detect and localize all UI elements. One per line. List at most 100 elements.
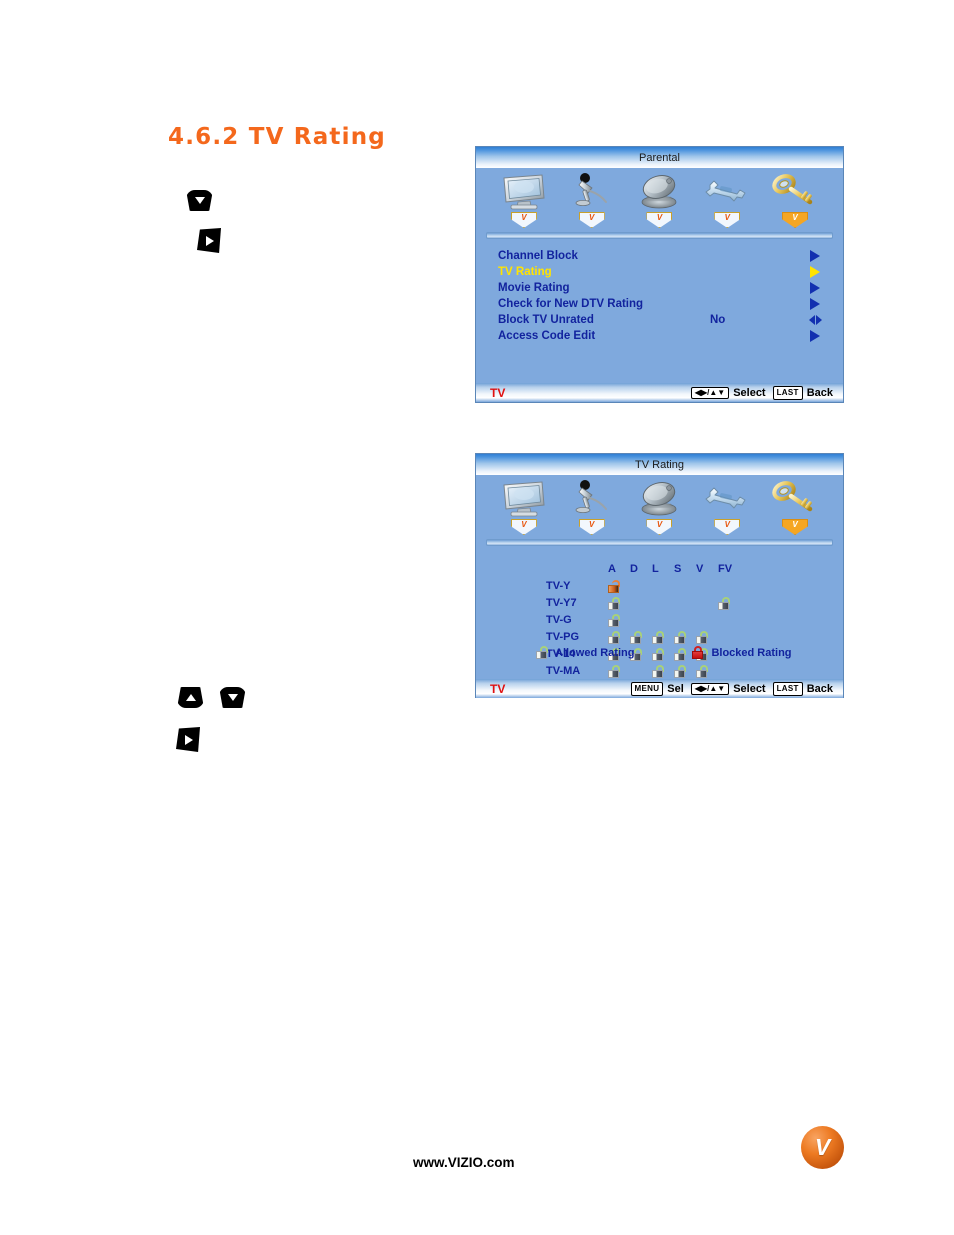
- unlocked-padlock-icon: [696, 665, 709, 678]
- footer-hint-back: LAST Back: [772, 385, 833, 400]
- rating-cell-tv-g-v[interactable]: [696, 613, 718, 628]
- icon-tab-satellite-dish-tuner[interactable]: V: [628, 171, 690, 228]
- remote-right-button-step4[interactable]: [176, 727, 200, 752]
- tab-badge: V: [578, 212, 605, 228]
- parental-menu-screenshot: Parental V V V V V Channel Block TV Rati…: [475, 146, 844, 403]
- unlocked-padlock-icon: [652, 631, 665, 644]
- remote-down-button-step3[interactable]: [219, 687, 246, 708]
- rating-grid-area: A D L S V FV TV-Y TV-Y7 TV-G TV-PG TV-14 TV-MA: [476, 562, 843, 679]
- rating-cell-tv-y7-v[interactable]: [696, 596, 718, 611]
- column-header-v: V: [696, 563, 704, 575]
- icon-tab-microphone-audio[interactable]: V: [561, 478, 623, 535]
- rating-cell-tv-pg-fv[interactable]: [718, 630, 740, 645]
- rating-cell-tv-ma-v[interactable]: [696, 664, 718, 679]
- left-right-arrow-icon: [809, 315, 822, 325]
- rating-cell-tv-y7-fv[interactable]: [718, 596, 740, 611]
- rating-cell-tv-ma-a[interactable]: [608, 664, 630, 679]
- footer-hint-select: ◀▶/▲▼ Select: [690, 682, 766, 695]
- grid-corner: [546, 562, 608, 577]
- column-header-d: D: [630, 563, 638, 575]
- parental-menu-list: Channel Block TV Rating Movie Rating Check …: [476, 248, 843, 344]
- rating-cell-tv-g-a[interactable]: [608, 613, 630, 628]
- footer-url: www.VIZIO.com: [413, 1155, 515, 1170]
- rating-cell-tv-y7-a[interactable]: [608, 596, 630, 611]
- osd-title: TV Rating: [635, 458, 684, 471]
- chevron-right-icon: [810, 330, 820, 342]
- rating-cell-tv-y7-l[interactable]: [652, 596, 674, 611]
- menu-item-label: Block TV Unrated: [498, 314, 594, 326]
- remote-right-button-step2[interactable]: [197, 228, 221, 253]
- icon-tab-satellite-dish-tuner[interactable]: V: [628, 478, 690, 535]
- icon-tab-tv-picture[interactable]: V: [493, 171, 555, 228]
- rating-cell-tv-ma-fv[interactable]: [718, 664, 740, 679]
- down-arrow-icon: [227, 694, 238, 701]
- icon-tab-wrench-setup[interactable]: V: [696, 171, 758, 228]
- down-arrow-icon: [194, 197, 205, 204]
- key-parental-icon: [772, 478, 818, 518]
- rating-cell-tv-g-fv[interactable]: [718, 613, 740, 628]
- rating-cell-tv-y-l[interactable]: [652, 579, 674, 594]
- row-label-tv-ma: TV-MA: [546, 665, 581, 677]
- key-parental-icon: [772, 171, 818, 211]
- rating-cell-tv-ma-s[interactable]: [674, 664, 696, 679]
- rating-cell-tv-pg-a[interactable]: [608, 630, 630, 645]
- rating-cell-tv-y-a[interactable]: [608, 579, 630, 594]
- chevron-right-icon: [810, 298, 820, 310]
- hint-label: Back: [806, 682, 833, 695]
- unlocked-padlock-icon: [674, 631, 687, 644]
- rating-cell-tv-g-d[interactable]: [630, 613, 652, 628]
- menu-item-channel-block[interactable]: Channel Block: [498, 248, 821, 264]
- unlocked-padlock-icon: [696, 631, 709, 644]
- tab-badge: V: [578, 519, 605, 535]
- rating-cell-tv-ma-d[interactable]: [630, 664, 652, 679]
- chevron-right-icon: [810, 250, 820, 262]
- icon-tab-wrench-setup[interactable]: V: [696, 478, 758, 535]
- icon-tab-key-parental[interactable]: V: [764, 478, 826, 535]
- rating-cell-tv-pg-v[interactable]: [696, 630, 718, 645]
- menu-item-tv-rating[interactable]: TV Rating: [498, 264, 821, 280]
- remote-up-button-step3[interactable]: [177, 687, 204, 708]
- nav-keys-icon: ◀▶/▲▼: [690, 386, 730, 399]
- rating-cell-tv-y-s[interactable]: [674, 579, 696, 594]
- hint-label: Back: [806, 386, 833, 399]
- remote-down-button-step1[interactable]: [186, 190, 213, 211]
- icon-tab-tv-picture[interactable]: V: [493, 478, 555, 535]
- icon-tab-key-parental[interactable]: V: [764, 171, 826, 228]
- menu-item-arrow: [809, 298, 821, 310]
- rating-cell-tv-y7-d[interactable]: [630, 596, 652, 611]
- rating-cell-tv-y-fv[interactable]: [718, 579, 740, 594]
- rating-cell-tv-g-l[interactable]: [652, 613, 674, 628]
- menu-item-access-code-edit[interactable]: Access Code Edit: [498, 328, 821, 344]
- menu-item-movie-rating[interactable]: Movie Rating: [498, 280, 821, 296]
- rating-cell-tv-y-v[interactable]: [696, 579, 718, 594]
- menu-item-arrow: [809, 266, 821, 278]
- unlocked-padlock-icon: [630, 631, 643, 644]
- menu-item-arrow: [809, 314, 821, 326]
- satellite-dish-tuner-icon: [635, 478, 683, 518]
- menu-item-block-tv-unrated[interactable]: Block TV Unrated No: [498, 312, 821, 328]
- hint-label: Sel: [667, 682, 684, 695]
- icon-tab-microphone-audio[interactable]: V: [561, 171, 623, 228]
- menu-item-check-for-new-dtv-rating[interactable]: Check for New DTV Rating: [498, 296, 821, 312]
- rating-cell-tv-pg-s[interactable]: [674, 630, 696, 645]
- up-arrow-icon: [185, 694, 196, 701]
- footer-hints: ◀▶/▲▼ Select LAST Back: [690, 385, 833, 400]
- rating-cell-tv-ma-l[interactable]: [652, 664, 674, 679]
- row-label-tv-g: TV-G: [546, 614, 572, 626]
- rating-cell-tv-pg-d[interactable]: [630, 630, 652, 645]
- rating-cell-tv-y7-s[interactable]: [674, 596, 696, 611]
- vizio-logo-letter: V: [814, 1134, 831, 1160]
- tab-badge: V: [646, 212, 673, 228]
- hint-label: Select: [733, 682, 766, 695]
- divider: [486, 232, 833, 239]
- row-label-tv-y: TV-Y: [546, 580, 571, 592]
- rating-cell-tv-y-d[interactable]: [630, 579, 652, 594]
- divider: [486, 539, 833, 546]
- rating-cell-tv-g-s[interactable]: [674, 613, 696, 628]
- satellite-dish-tuner-icon: [635, 171, 683, 211]
- rating-cell-tv-pg-l[interactable]: [652, 630, 674, 645]
- unlocked-highlighted-padlock-icon: [608, 580, 621, 593]
- unlocked-padlock-icon: [608, 665, 621, 678]
- unlocked-padlock-icon: [608, 597, 621, 610]
- menu-item-label: Movie Rating: [498, 282, 570, 294]
